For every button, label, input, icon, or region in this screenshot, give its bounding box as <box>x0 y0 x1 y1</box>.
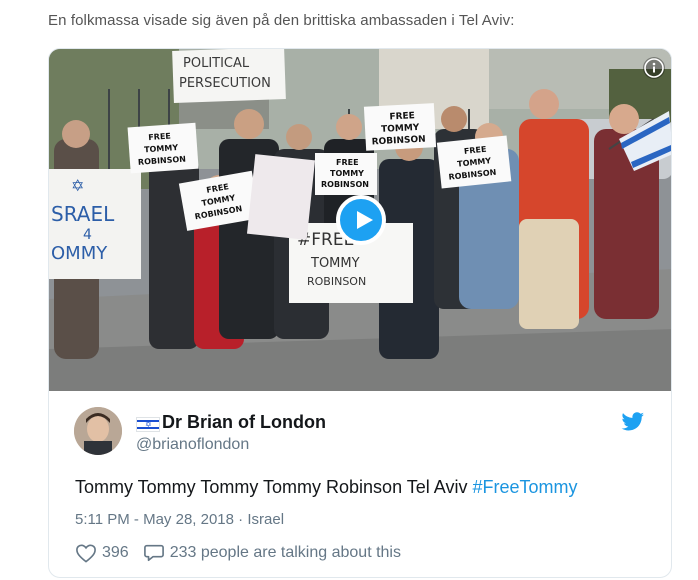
svg-text:TOMMY: TOMMY <box>381 123 420 135</box>
talking-count: 233 people are talking about this <box>169 544 401 561</box>
video-thumbnail[interactable]: ✡ SRAEL 4 OMMY POLITICAL PERSECUTION FRE… <box>49 49 671 391</box>
sign-free-3: FREE TOMMY ROBINSON <box>315 153 377 195</box>
svg-text:FREE: FREE <box>148 132 171 143</box>
info-icon[interactable] <box>643 57 665 79</box>
like-count: 396 <box>102 544 129 561</box>
israel-flag-icon: ✡ <box>136 417 160 432</box>
intro-text: En folkmassa visade sig även på den brit… <box>48 12 515 29</box>
tweet-text: Tommy Tommy Tommy Tommy Robinson Tel Avi… <box>75 477 577 498</box>
tweet-body: Tommy Tommy Tommy Tommy Robinson Tel Avi… <box>75 477 473 497</box>
hashtag-link[interactable]: #FreeTommy <box>472 477 577 497</box>
svg-text:FREE: FREE <box>336 158 359 167</box>
reply-bubble-icon <box>143 544 164 562</box>
tweet-location[interactable]: Israel <box>247 511 284 528</box>
svg-text:✡: ✡ <box>71 176 84 195</box>
twitter-bird-icon[interactable] <box>621 411 645 433</box>
tweet-actions: 396 233 people are talking about this <box>75 543 401 563</box>
tweet-date[interactable]: May 28, 2018 <box>143 511 234 528</box>
like-button[interactable]: 396 <box>75 543 129 563</box>
avatar[interactable] <box>74 407 122 455</box>
svg-text:ROBINSON: ROBINSON <box>321 180 369 189</box>
play-icon[interactable] <box>336 195 386 245</box>
tweet-meta: 5:11 PM - May 28, 2018 · Israel <box>75 511 285 528</box>
sign-free-1: FREE TOMMY ROBINSON <box>127 122 199 174</box>
heart-icon <box>76 544 96 563</box>
svg-text:PERSECUTION: PERSECUTION <box>179 76 271 91</box>
reply-conversation-button[interactable]: 233 people are talking about this <box>143 543 401 563</box>
tweet-time[interactable]: 5:11 PM <box>75 511 130 528</box>
svg-text:POLITICAL: POLITICAL <box>183 56 250 71</box>
embedded-tweet-card[interactable]: ✡ SRAEL 4 OMMY POLITICAL PERSECUTION FRE… <box>48 48 672 578</box>
user-handle[interactable]: @brianoflondon <box>136 436 249 454</box>
svg-text:SRAEL: SRAEL <box>51 202 115 226</box>
sign-israel: ✡ SRAEL 4 OMMY <box>49 169 141 279</box>
sign-free-5: FREE TOMMY ROBINSON <box>436 135 512 189</box>
sign-political-persecution: POLITICAL PERSECUTION <box>172 49 286 103</box>
svg-text:ROBINSON: ROBINSON <box>307 275 366 288</box>
display-name[interactable]: Dr Brian of London <box>162 412 326 433</box>
svg-text:4: 4 <box>83 227 92 243</box>
svg-text:TOMMY: TOMMY <box>330 169 364 178</box>
svg-text:FREE: FREE <box>389 111 415 122</box>
svg-text:OMMY: OMMY <box>51 243 108 264</box>
sign-free-4: FREE TOMMY ROBINSON <box>363 103 437 151</box>
svg-text:TOMMY: TOMMY <box>310 256 360 271</box>
